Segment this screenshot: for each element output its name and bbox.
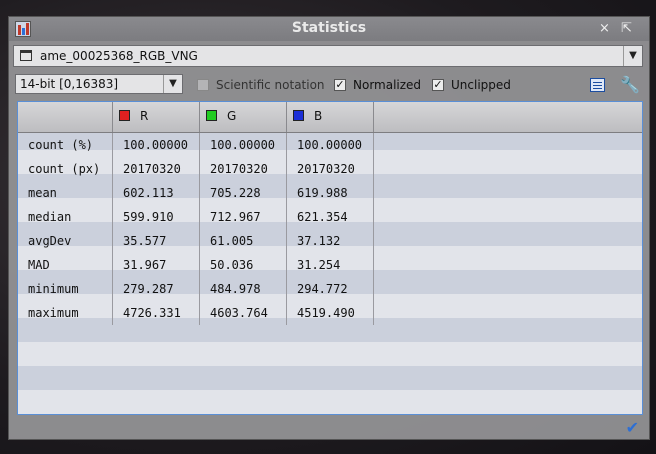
header-b-label: B: [314, 109, 323, 123]
table-row[interactable]: MAD 31.967 50.036 31.254: [18, 253, 642, 277]
row-label: median: [18, 205, 113, 229]
chevron-down-icon[interactable]: ▼: [163, 75, 182, 93]
cell-g: 20170320: [200, 157, 287, 181]
cell-g: 61.005: [200, 229, 287, 253]
header-column-b[interactable]: B: [287, 102, 374, 132]
cell-b: 294.772: [287, 277, 374, 301]
dialog-footer: ✔: [9, 415, 649, 439]
row-label: mean: [18, 181, 113, 205]
row-label: avgDev: [18, 229, 113, 253]
cell-g: 705.228: [200, 181, 287, 205]
view-select[interactable]: ame_00025368_RGB_VNG ▼: [13, 45, 643, 67]
row-label: minimum: [18, 277, 113, 301]
cell-r: 602.113: [113, 181, 200, 205]
cell-b: 621.354: [287, 205, 374, 229]
table-row[interactable]: minimum 279.287 484.978 294.772: [18, 277, 642, 301]
green-swatch: [206, 110, 217, 121]
cell-b: 4519.490: [287, 301, 374, 325]
statistics-table[interactable]: R G B count (%) 100.00000 100.00000 100.…: [17, 101, 643, 415]
cell-b: 20170320: [287, 157, 374, 181]
cell-g: 484.978: [200, 277, 287, 301]
scientific-notation-label: Scientific notation: [216, 78, 325, 92]
red-swatch: [119, 110, 130, 121]
cell-b: 100.00000: [287, 133, 374, 157]
scientific-notation-box[interactable]: [197, 79, 209, 91]
normalized-box[interactable]: ✓: [334, 79, 346, 91]
checkmark-icon[interactable]: ✔: [626, 418, 639, 437]
shade-icon[interactable]: ⇱: [621, 19, 632, 39]
cell-r: 31.967: [113, 253, 200, 277]
statistics-window: Statistics × ⇱ ame_00025368_RGB_VNG ▼ 14…: [8, 16, 650, 440]
cell-b: 37.132: [287, 229, 374, 253]
cell-r: 599.910: [113, 205, 200, 229]
wrench-icon: 🔧: [620, 75, 640, 94]
table-header: R G B: [18, 102, 642, 133]
close-icon[interactable]: ×: [599, 19, 610, 39]
table-row[interactable]: count (px) 20170320 20170320 20170320: [18, 157, 642, 181]
cell-r: 4726.331: [113, 301, 200, 325]
title-bar[interactable]: Statistics × ⇱: [9, 17, 649, 41]
spreadsheet-button[interactable]: [588, 75, 608, 95]
header-label-column: [18, 102, 113, 132]
table-row[interactable]: count (%) 100.00000 100.00000 100.00000: [18, 133, 642, 157]
table-row[interactable]: mean 602.113 705.228 619.988: [18, 181, 642, 205]
bit-depth-value: 14-bit [0,16383]: [20, 77, 119, 91]
unclipped-box[interactable]: ✓: [432, 79, 444, 91]
header-r-label: R: [140, 109, 149, 123]
cell-r: 35.577: [113, 229, 200, 253]
chevron-down-icon[interactable]: ▼: [623, 46, 642, 66]
row-label: count (px): [18, 157, 113, 181]
header-column-g[interactable]: G: [200, 102, 287, 132]
bit-depth-select[interactable]: 14-bit [0,16383] ▼: [15, 74, 183, 94]
table-row[interactable]: maximum 4726.331 4603.764 4519.490: [18, 301, 642, 325]
unclipped-label: Unclipped: [451, 78, 511, 92]
view-select-value: ame_00025368_RGB_VNG: [40, 49, 198, 63]
row-label: MAD: [18, 253, 113, 277]
row-label: maximum: [18, 301, 113, 325]
normalized-checkbox[interactable]: ✓ Normalized: [334, 77, 421, 93]
cell-b: 31.254: [287, 253, 374, 277]
cell-g: 100.00000: [200, 133, 287, 157]
cell-r: 279.287: [113, 277, 200, 301]
cell-b: 619.988: [287, 181, 374, 205]
spreadsheet-icon: [590, 78, 605, 92]
unclipped-checkbox[interactable]: ✓ Unclipped: [432, 77, 511, 93]
table-row[interactable]: median 599.910 712.967 621.354: [18, 205, 642, 229]
header-g-label: G: [227, 109, 237, 123]
cell-r: 20170320: [113, 157, 200, 181]
settings-button[interactable]: 🔧: [620, 75, 640, 95]
cell-r: 100.00000: [113, 133, 200, 157]
cell-g: 4603.764: [200, 301, 287, 325]
scientific-notation-checkbox[interactable]: Scientific notation: [197, 77, 325, 93]
window-title: Statistics: [291, 20, 367, 36]
image-window-icon: [20, 50, 32, 61]
cell-g: 712.967: [200, 205, 287, 229]
row-label: count (%): [18, 133, 113, 157]
blue-swatch: [293, 110, 304, 121]
table-row[interactable]: avgDev 35.577 61.005 37.132: [18, 229, 642, 253]
normalized-label: Normalized: [353, 78, 422, 92]
header-column-r[interactable]: R: [113, 102, 200, 132]
cell-g: 50.036: [200, 253, 287, 277]
